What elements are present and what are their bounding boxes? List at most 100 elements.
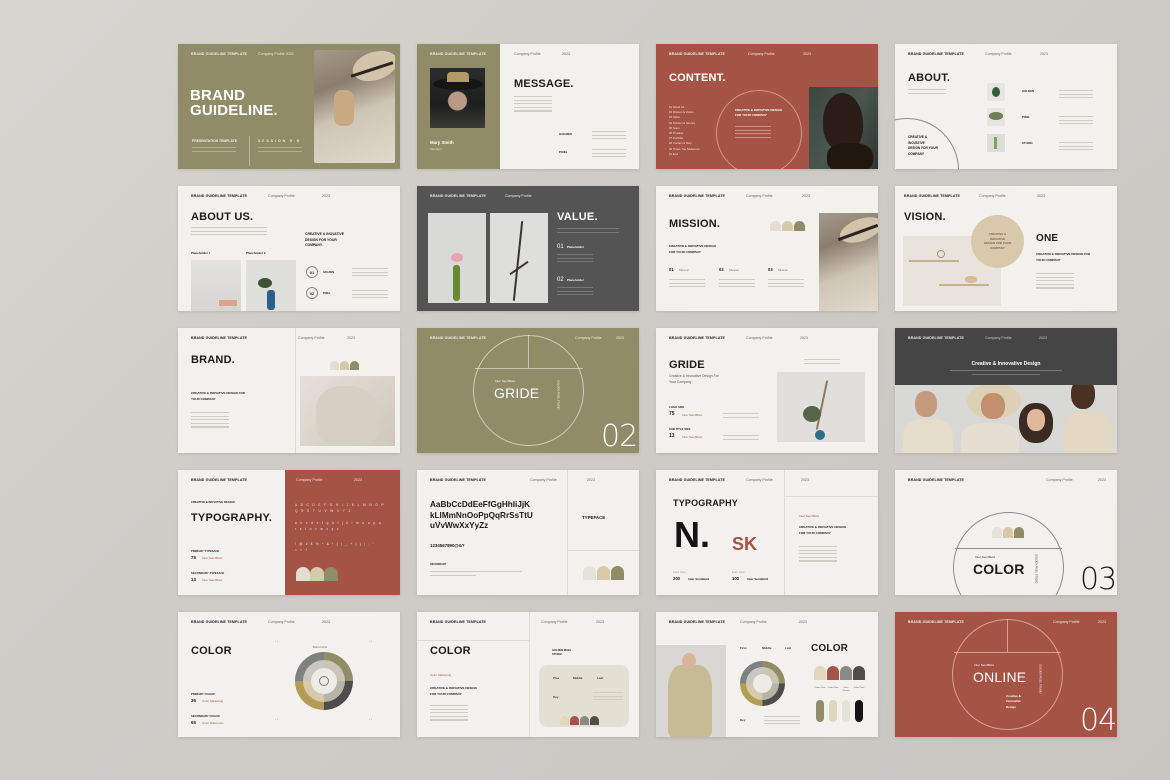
slide-title: GRIDE	[669, 359, 705, 371]
slide-vision[interactable]: BRAND GUIDELINE TEMPLATE Company Profile…	[895, 186, 1117, 311]
mission-number: 01	[669, 267, 674, 272]
uppercase-alphabet: A B C D E F G H I J K L M N O P Q R S T …	[295, 503, 385, 513]
marker: • •	[275, 639, 278, 643]
slide-gride-section[interactable]: BRAND GUIDELINE TEMPLATE Company Profile…	[417, 328, 639, 453]
template-label: BRAND GUIDELINE TEMPLATE	[430, 336, 487, 340]
spec-label: SECONDARY TYPEFACE	[191, 571, 225, 575]
column-label: Last	[785, 646, 792, 650]
slide-brand[interactable]: BRAND GUIDELINE TEMPLATE Company Profile…	[178, 328, 400, 453]
slide-color-wheel[interactable]: BRAND GUIDELINE TEMPLATE Company Profile…	[178, 612, 400, 737]
slide-content[interactable]: BRAND GUIDELINE TEMPLATE Company Profile…	[656, 44, 878, 169]
slide-color-card[interactable]: BRAND GUIDELINE TEMPLATE Company Profile…	[417, 612, 639, 737]
year-label: 2023	[1040, 52, 1048, 56]
year-label: 2023	[802, 194, 810, 198]
year-label: 2023	[587, 478, 595, 482]
section-number: 03	[1080, 562, 1117, 595]
swatch	[296, 567, 310, 581]
divider	[567, 470, 568, 595]
color-swatches	[992, 527, 1024, 538]
slide-about-us[interactable]: BRAND GUIDELINE TEMPLATE Company Profile…	[178, 186, 400, 311]
template-label: BRAND GUIDELINE TEMPLATE	[191, 52, 248, 56]
template-label: BRAND GUIDELINE TEMPLATE	[908, 336, 965, 340]
body-text	[557, 287, 593, 298]
slide-about[interactable]: BRAND GUIDELINE TEMPLATE Company Profile…	[895, 44, 1117, 169]
slide-message[interactable]: BRAND GUIDELINE TEMPLATE Company Profile…	[417, 44, 639, 169]
slide-online-section[interactable]: BRAND GUIDELINE TEMPLATE Company Profile…	[895, 612, 1117, 737]
year-label: 2023	[799, 620, 807, 624]
swatch	[590, 716, 599, 725]
side-label-line: STUDIO	[556, 399, 560, 410]
slide-team[interactable]: BRAND GUIDELINE TEMPLATE Company Profile…	[895, 328, 1117, 453]
slide-typeface[interactable]: BRAND GUIDELINE TEMPLATE Company Profile…	[417, 470, 639, 595]
template-label: BRAND GUIDELINE TEMPLATE	[669, 336, 726, 340]
divider	[784, 470, 785, 595]
slide-typography-specimen[interactable]: BRAND GUIDELINE TEMPLATE Company Profile…	[656, 470, 878, 595]
side-label-line: GOLDEN PIXEL	[556, 380, 560, 400]
subtitle-line: Your Company	[669, 380, 692, 384]
photo-branch	[490, 213, 548, 303]
swatch	[794, 221, 805, 231]
template-label: BRAND GUIDELINE TEMPLATE	[908, 478, 965, 482]
spec-value: 100	[732, 576, 739, 581]
heading-line: CREATIVE & INOVATIVE DESIGN	[669, 244, 716, 248]
company-profile-label: Company Profile	[505, 194, 532, 198]
kicker: Inter SemiBold	[799, 514, 819, 518]
company-profile-label: Company Profile	[530, 478, 557, 482]
year-label: 2023	[354, 478, 362, 482]
year-label: 2023	[347, 336, 355, 340]
subtitle-line: Creative & Innovative Design For	[669, 374, 719, 378]
slide-typography[interactable]: BRAND GUIDELINE TEMPLATE Company Profile…	[178, 470, 400, 595]
section-number: 04	[1080, 703, 1117, 737]
year-label: 2023	[322, 620, 330, 624]
color-pills	[816, 700, 863, 722]
company-profile-label: Company Profile	[746, 478, 773, 482]
photo-team	[895, 385, 1117, 453]
swatch	[330, 361, 339, 370]
template-label: BRAND GUIDELINE TEMPLATE	[669, 194, 726, 198]
body-text	[908, 89, 946, 96]
contents-item: 10 End	[669, 151, 678, 156]
value-label: Placeholder	[567, 245, 585, 249]
column-label: Last	[597, 676, 604, 680]
marker: • •	[369, 639, 372, 643]
slide-title: ABOUT.	[908, 72, 951, 84]
item-label: GOLDEN	[559, 132, 572, 136]
row-label: Key	[740, 718, 746, 722]
slide-title-line2: GUIDELINE.	[190, 102, 278, 119]
circle-divider	[475, 368, 583, 369]
circle-divider	[954, 652, 1061, 653]
spec-font: Inter SemiBold	[747, 577, 769, 581]
mission-label: Mission	[729, 268, 740, 272]
slide-value[interactable]: BRAND GUIDELINE TEMPLATE Company Profile…	[417, 186, 639, 311]
item-label: STUDIO	[1022, 141, 1033, 145]
swatch	[840, 666, 852, 680]
divider	[417, 640, 529, 641]
pill-label: Color Olive	[814, 687, 826, 689]
slide-color-section[interactable]: BRAND GUIDELINE TEMPLATE Company Profile…	[895, 470, 1117, 595]
slide-color-palette[interactable]: BRAND GUIDELINE TEMPLATE Company Profile…	[656, 612, 878, 737]
slide-title: CONTENT.	[669, 72, 726, 84]
side-title: TYPEFACE	[582, 515, 606, 520]
alphabet-specimen: AaBbCcDdEeFfGgHhIiJjK kLlMmNnOoPpQqRrSsT…	[430, 500, 533, 532]
year-label: 2023	[800, 336, 808, 340]
swatch	[611, 566, 624, 580]
pill-label: Color Throws	[842, 687, 850, 692]
color-swatches	[296, 567, 338, 581]
body-text	[1059, 90, 1093, 101]
heading-line: FOR YOUR COMPANY	[430, 692, 462, 696]
slide-brand-guideline[interactable]: BRAND GUIDELINE TEMPLATE Company Profile…	[178, 44, 400, 169]
company-profile-label: Company Profile	[985, 52, 1012, 56]
slide-mission[interactable]: BRAND GUIDELINE TEMPLATE Company Profile…	[656, 186, 878, 311]
body-text	[723, 435, 759, 442]
year-label: 2023	[596, 620, 604, 624]
photo-rose-vase	[428, 213, 486, 303]
side-label: GOLDEN PIXEL STUDIO	[556, 380, 559, 410]
specimen-line: kLlMmNnOoPpQqRrSsTtU	[430, 510, 533, 520]
heading-line: YOUR COMPANY	[1036, 258, 1061, 262]
decorative-circle	[953, 512, 1064, 595]
presentation-template-label: PRESENTATION TEMPLATE	[192, 139, 238, 143]
company-profile-label: Company Profile	[748, 52, 775, 56]
step-number: 02	[306, 287, 318, 299]
template-label: BRAND GUIDELINE TEMPLATE	[669, 478, 726, 482]
slide-gride[interactable]: BRAND GUIDELINE TEMPLATE Company Profile…	[656, 328, 878, 453]
